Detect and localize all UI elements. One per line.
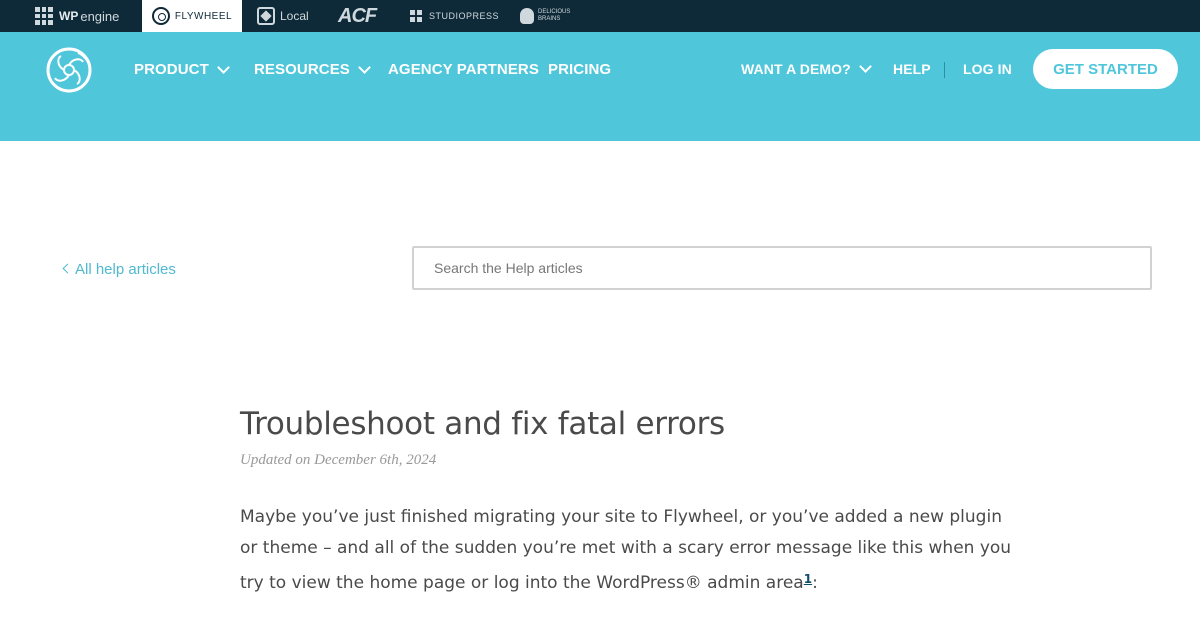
nav-want-a-demo[interactable]: WANT A DEMO? <box>741 60 872 77</box>
article-body: Maybe you’ve just finished migrating you… <box>240 502 1012 599</box>
flywheel-label: FLYWHEEL <box>174 10 233 22</box>
brand-bar: WP engine FLYWHEEL Local ACF STUDIOPRESS … <box>0 0 1200 32</box>
studiopress-logo-icon <box>410 10 422 22</box>
brand-acf-link[interactable]: ACF <box>338 0 377 32</box>
nav-divider <box>944 62 945 78</box>
article-body-line: try to view the home page or log into th… <box>240 564 980 599</box>
chevron-down-icon <box>358 60 371 74</box>
article-title: Troubleshoot and fix fatal errors <box>240 406 725 442</box>
nav-demo-label: WANT A DEMO? <box>741 61 851 77</box>
wpengine-label-bold: WP <box>59 9 79 23</box>
deliciousbrains-line1: DELICIOUS <box>538 9 571 15</box>
nav-product-label: PRODUCT <box>134 61 209 78</box>
article-body-text: try to view the home page or log into th… <box>240 573 804 593</box>
brand-flywheel-link[interactable]: FLYWHEEL <box>142 0 242 32</box>
flywheel-logo-icon[interactable] <box>45 46 93 94</box>
brand-deliciousbrains-link[interactable]: DELICIOUS BRAINS <box>520 0 570 32</box>
wpengine-logo-icon <box>35 7 53 25</box>
brand-wpengine-link[interactable]: WP engine <box>35 0 119 32</box>
site-header: PRODUCT RESOURCES AGENCY PARTNERS PRICIN… <box>0 32 1200 141</box>
help-search-input[interactable] <box>412 246 1152 290</box>
local-logo-icon <box>257 7 275 25</box>
nav-resources-label: RESOURCES <box>254 61 350 78</box>
flywheel-mini-icon <box>151 7 170 25</box>
deliciousbrains-logo-icon <box>520 8 534 24</box>
deliciousbrains-label: DELICIOUS BRAINS <box>538 9 570 23</box>
get-started-button[interactable]: GET STARTED <box>1033 49 1178 89</box>
footnote-link[interactable]: 1 <box>804 572 812 586</box>
nav-pricing[interactable]: PRICING <box>548 61 611 78</box>
brand-local-link[interactable]: Local <box>257 0 309 32</box>
chevron-left-icon <box>62 263 73 274</box>
all-help-articles-link[interactable]: All help articles <box>62 261 176 278</box>
local-label: Local <box>280 9 309 23</box>
deliciousbrains-line2: BRAINS <box>538 16 561 22</box>
nav-help[interactable]: HELP <box>893 61 931 77</box>
chevron-down-icon <box>858 60 872 73</box>
article-body-line: Maybe you’ve just finished migrating you… <box>240 507 1002 527</box>
article-body-line: or theme – and all of the sudden you’re … <box>240 538 1012 558</box>
article-body-punct: : <box>812 573 818 593</box>
wpengine-label: engine <box>80 8 120 24</box>
acf-label: ACF <box>338 4 377 27</box>
nav-agency-partners[interactable]: AGENCY PARTNERS <box>388 61 539 78</box>
chevron-down-icon <box>217 60 230 74</box>
nav-resources[interactable]: RESOURCES <box>254 60 371 78</box>
back-link-label: All help articles <box>75 261 176 278</box>
studiopress-label: STUDIOPRESS <box>429 11 500 21</box>
nav-log-in[interactable]: LOG IN <box>963 61 1012 77</box>
article-updated-date: Updated on December 6th, 2024 <box>240 452 437 468</box>
nav-product[interactable]: PRODUCT <box>134 60 230 78</box>
brand-studiopress-link[interactable]: STUDIOPRESS <box>410 0 499 32</box>
